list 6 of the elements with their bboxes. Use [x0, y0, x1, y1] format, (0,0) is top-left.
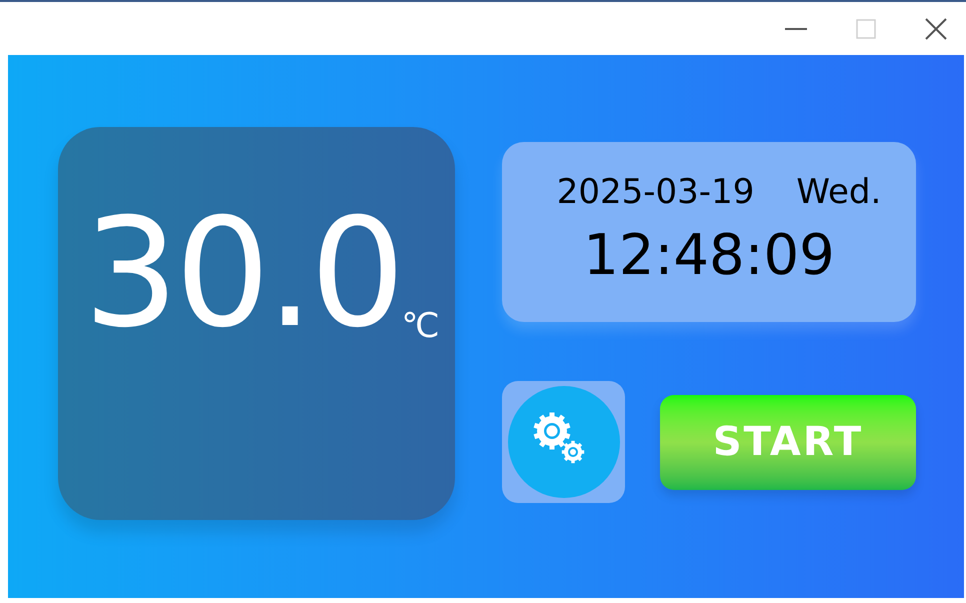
start-button[interactable]: START [660, 394, 916, 490]
time-text: 12:48:09 [583, 224, 835, 288]
temperature-value: 30.0 [83, 199, 402, 349]
date-text: 2025-03-19 [556, 171, 754, 214]
temperature-unit: ℃ [401, 305, 440, 348]
weekday-text: Wed. [796, 171, 882, 214]
